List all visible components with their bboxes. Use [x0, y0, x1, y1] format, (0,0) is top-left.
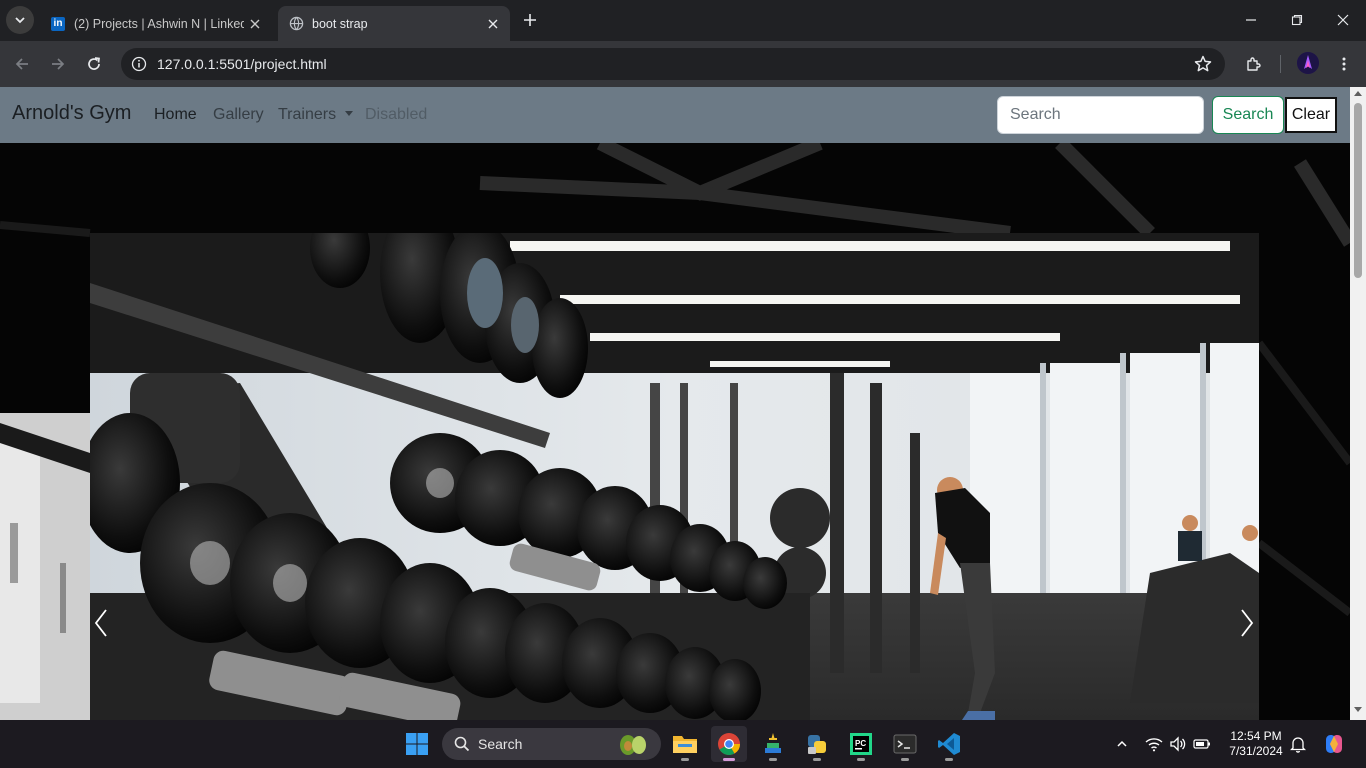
show-hidden-icons-button[interactable] — [1112, 734, 1132, 754]
bookmark-star-icon[interactable] — [1193, 54, 1213, 74]
bell-icon — [1290, 737, 1306, 753]
globe-icon — [289, 16, 303, 31]
wifi-icon — [1145, 738, 1163, 752]
tab-strip: in (2) Projects | Ashwin N | LinkedIn bo… — [0, 0, 1366, 41]
battery-button[interactable] — [1192, 734, 1212, 754]
restore-icon — [1291, 14, 1303, 26]
nav-trainers-dropdown[interactable]: Trainers — [278, 106, 354, 124]
linkedin-icon: in — [51, 16, 65, 31]
nav-gallery-link[interactable]: Gallery — [213, 106, 264, 124]
svg-text:PC: PC — [855, 739, 866, 748]
caret-down-icon — [345, 111, 354, 116]
windows-logo-icon — [406, 733, 428, 755]
chevron-right-icon — [1241, 609, 1254, 637]
clear-button[interactable]: Clear — [1285, 97, 1337, 133]
url-text[interactable]: 127.0.0.1:5501/project.html — [157, 56, 1193, 72]
python-icon — [808, 735, 826, 754]
wifi-button[interactable] — [1144, 734, 1164, 754]
scroll-up-arrow[interactable] — [1354, 91, 1362, 96]
new-tab-button[interactable] — [518, 8, 542, 32]
clock-time: 12:54 PM — [1230, 729, 1282, 743]
carousel-slide — [90, 233, 1259, 720]
page-viewport: Arnold's Gym Home Gallery Trainers Disab… — [0, 87, 1366, 720]
search-placeholder: Search — [1010, 106, 1061, 123]
browser-toolbar: 127.0.0.1:5501/project.html — [0, 41, 1366, 87]
close-icon — [488, 19, 498, 28]
vscode-taskbar[interactable] — [931, 726, 967, 762]
search-icon — [454, 736, 470, 752]
tab-search-button[interactable] — [6, 6, 34, 34]
search-input[interactable]: Search — [997, 96, 1204, 134]
scroll-down-arrow[interactable] — [1354, 707, 1362, 712]
restore-button[interactable] — [1274, 0, 1320, 40]
volume-button[interactable] — [1168, 734, 1188, 754]
profile-avatar[interactable] — [1297, 52, 1319, 74]
toolbar-divider — [1280, 55, 1281, 73]
battery-icon — [1193, 739, 1210, 749]
minimize-button[interactable] — [1228, 0, 1274, 40]
plus-icon — [524, 14, 536, 26]
close-icon — [250, 19, 260, 28]
nav-home-link[interactable]: Home — [154, 106, 197, 124]
copilot-button[interactable] — [1322, 732, 1346, 756]
copilot-icon — [1326, 735, 1342, 753]
close-tab-button[interactable] — [244, 13, 266, 35]
arrow-right-icon — [52, 58, 65, 70]
back-button[interactable] — [8, 50, 36, 78]
pycharm-icon: PC — [850, 733, 872, 755]
reload-icon — [88, 57, 100, 70]
site-navbar: Arnold's Gym Home Gallery Trainers Disab… — [0, 87, 1350, 143]
menu-button[interactable] — [1333, 53, 1355, 75]
close-window-button[interactable] — [1320, 0, 1366, 40]
chrome-taskbar[interactable] — [711, 726, 747, 762]
carousel-next-button[interactable] — [1236, 607, 1258, 639]
info-icon[interactable] — [131, 56, 147, 72]
address-bar[interactable]: 127.0.0.1:5501/project.html — [121, 48, 1225, 80]
terminal-taskbar[interactable] — [887, 726, 923, 762]
more-vertical-icon — [1342, 57, 1346, 71]
clock-date: 7/31/2024 — [1229, 744, 1283, 758]
avocado-icon — [620, 735, 646, 755]
chrome-icon — [718, 733, 740, 755]
app-taskbar[interactable] — [755, 726, 791, 762]
nav-trainers-label: Trainers — [278, 106, 337, 123]
scrollbar-thumb[interactable] — [1354, 103, 1362, 278]
minimize-icon — [1246, 19, 1256, 21]
start-button[interactable] — [399, 726, 435, 762]
reload-button[interactable] — [80, 50, 108, 78]
puzzle-icon — [1247, 57, 1261, 71]
chevron-left-icon — [94, 609, 107, 637]
file-explorer-taskbar[interactable] — [667, 726, 703, 762]
vertical-scrollbar[interactable] — [1350, 87, 1366, 720]
forward-button[interactable] — [44, 50, 72, 78]
folder-icon — [673, 736, 697, 753]
pycharm-taskbar[interactable]: PC — [843, 726, 879, 762]
taskbar-search[interactable]: Search — [442, 728, 661, 760]
nav-disabled-link: Disabled — [365, 106, 428, 123]
stack-app-icon — [765, 733, 781, 753]
taskbar-search-label: Search — [478, 736, 523, 752]
notifications-button[interactable] — [1288, 734, 1308, 754]
python-taskbar[interactable] — [799, 726, 835, 762]
arrow-left-icon — [15, 58, 28, 70]
chevron-up-icon — [1117, 740, 1127, 747]
chevron-down-icon — [15, 17, 25, 24]
tab-linkedin[interactable]: in (2) Projects | Ashwin N | LinkedIn — [40, 6, 272, 41]
tab-title: (2) Projects | Ashwin N | LinkedIn — [74, 16, 244, 31]
windows-taskbar: Search PC 12:54 PM 7/31/2024 — [0, 720, 1366, 768]
system-clock[interactable]: 12:54 PM 7/31/2024 — [1226, 729, 1286, 759]
carousel-prev-button[interactable] — [90, 607, 112, 639]
volume-icon — [1170, 736, 1186, 752]
close-tab-button[interactable] — [482, 13, 504, 35]
brand-title[interactable]: Arnold's Gym — [12, 102, 131, 125]
close-icon — [1337, 14, 1349, 26]
avatar-icon — [1297, 52, 1319, 74]
gym-dumbbell-rack-photo — [90, 233, 1259, 720]
tab-boot-strap[interactable]: boot strap — [278, 6, 510, 41]
terminal-icon — [893, 734, 917, 754]
search-button[interactable]: Search — [1212, 96, 1284, 134]
tab-title: boot strap — [312, 16, 368, 31]
vscode-icon — [938, 733, 960, 755]
extensions-button[interactable] — [1243, 53, 1265, 75]
